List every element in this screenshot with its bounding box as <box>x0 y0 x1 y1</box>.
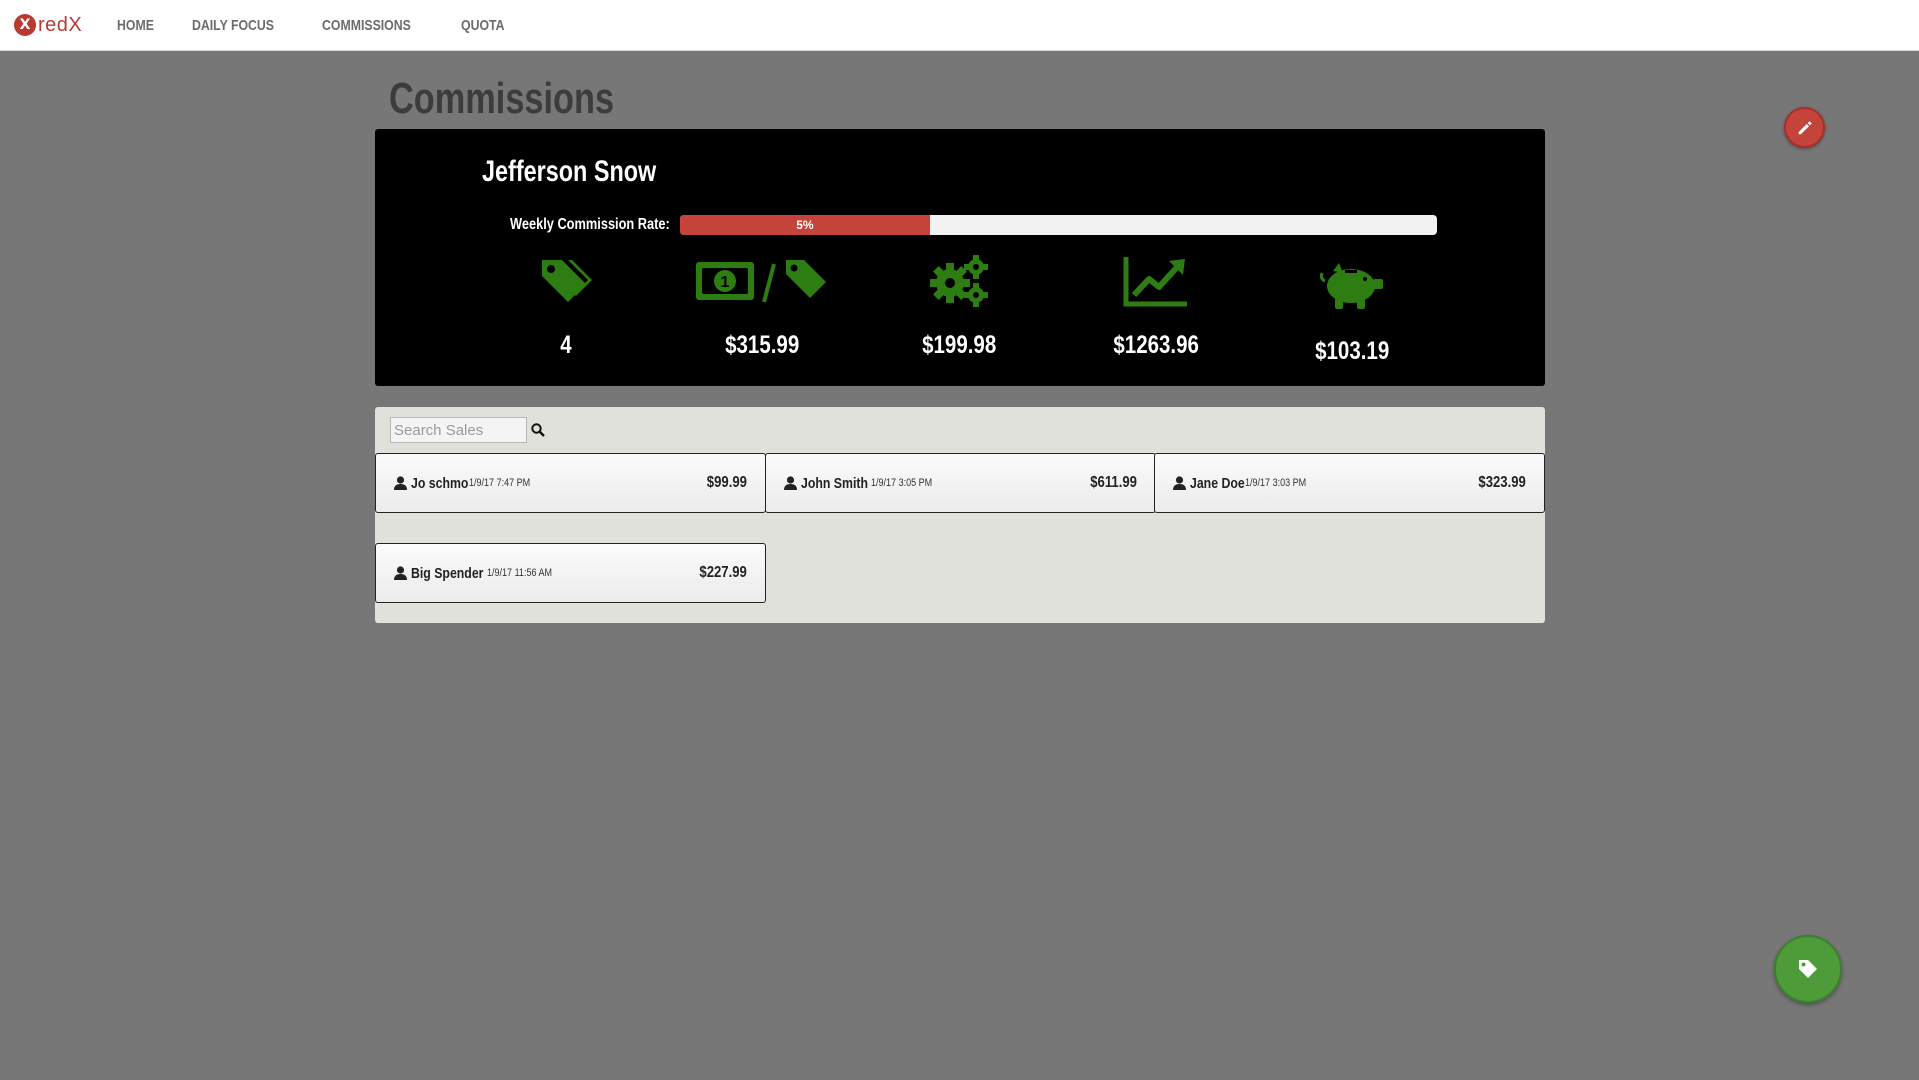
sale-amount: $227.99 <box>699 564 747 581</box>
piggy-bank-icon <box>1319 263 1383 309</box>
stat-average-per-sale: 1 $315.99 <box>672 251 852 360</box>
commission-rate-label: Weekly Commission Rate: <box>510 216 670 233</box>
sale-card[interactable]: Big Spender 1/9/17 11:56 AM $227.99 <box>375 543 766 603</box>
nav-link-daily-focus[interactable]: DAILY FOCUS <box>192 17 274 34</box>
money-per-tag-icon: 1 <box>696 260 826 303</box>
svg-text:1: 1 <box>721 274 730 291</box>
user-icon <box>394 476 407 490</box>
user-icon <box>1173 476 1186 490</box>
stat-value: $1263.96 <box>1113 331 1199 359</box>
search-bar <box>390 417 545 443</box>
line-chart-icon <box>1123 257 1187 307</box>
sale-customer-name: Jane Doe <box>1190 474 1245 492</box>
stat-value: $315.99 <box>724 331 800 359</box>
commission-rate-fill: 5% <box>680 215 930 235</box>
tags-icon <box>542 260 592 302</box>
top-navbar: X redX HOME DAILY FOCUS COMMISSIONS QUOT… <box>0 0 1919 51</box>
page-title: Commissions <box>389 74 615 123</box>
sale-date: 1/9/17 7:47 PM <box>469 477 531 489</box>
sale-amount: $323.99 <box>1478 474 1526 491</box>
stat-sales-count: 4 <box>476 251 656 360</box>
sale-date: 1/9/17 11:56 AM <box>487 567 553 579</box>
nav-link-quota[interactable]: QUOTA <box>461 17 505 34</box>
sale-customer-name: Jo schmo <box>411 474 469 492</box>
commission-rate-bar: 5% <box>680 215 1437 235</box>
sale-card[interactable]: Jo schmo 1/9/17 7:47 PM $99.99 <box>375 453 766 513</box>
sales-list-panel: Jo schmo 1/9/17 7:47 PM $99.99 John Smit… <box>375 407 1545 623</box>
user-icon <box>394 566 407 580</box>
stat-operations: $199.98 <box>869 251 1049 360</box>
brand-logo[interactable]: X redX <box>14 0 82 51</box>
stat-value: $199.98 <box>921 331 997 359</box>
commission-summary-panel: Jefferson Snow Weekly Commission Rate: 5… <box>375 129 1545 386</box>
gears-icon <box>930 255 988 307</box>
search-button[interactable] <box>531 423 545 437</box>
sale-date: 1/9/17 3:03 PM <box>1244 477 1306 489</box>
sale-card[interactable]: John Smith 1/9/17 3:05 PM $611.99 <box>765 453 1156 513</box>
search-icon <box>531 423 545 437</box>
search-input[interactable] <box>390 417 527 443</box>
user-icon <box>784 476 797 490</box>
sale-customer-name: Big Spender <box>411 564 484 582</box>
sale-amount: $611.99 <box>1090 474 1137 491</box>
stat-value: $103.19 <box>1314 337 1390 365</box>
sale-customer-name: John Smith <box>801 474 868 492</box>
brand-name: redX <box>38 13 83 36</box>
nav-link-home[interactable]: HOME <box>117 17 154 34</box>
tag-icon <box>1799 960 1817 978</box>
rep-name: Jefferson Snow <box>482 155 657 188</box>
sale-amount: $99.99 <box>706 474 747 491</box>
stat-value: 4 <box>560 331 572 359</box>
nav-link-commissions[interactable]: COMMISSIONS <box>322 17 411 34</box>
stat-total-revenue: $1263.96 <box>1066 251 1246 360</box>
sale-card[interactable]: Jane Doe 1/9/17 3:03 PM $323.99 <box>1154 453 1545 513</box>
add-sale-button[interactable] <box>1774 935 1842 1003</box>
brand-mark: X <box>14 14 36 36</box>
sale-date: 1/9/17 3:05 PM <box>870 477 932 489</box>
edit-button[interactable] <box>1784 107 1825 148</box>
pencil-icon <box>1798 120 1812 134</box>
stat-commission-earned: $103.19 <box>1262 257 1442 366</box>
